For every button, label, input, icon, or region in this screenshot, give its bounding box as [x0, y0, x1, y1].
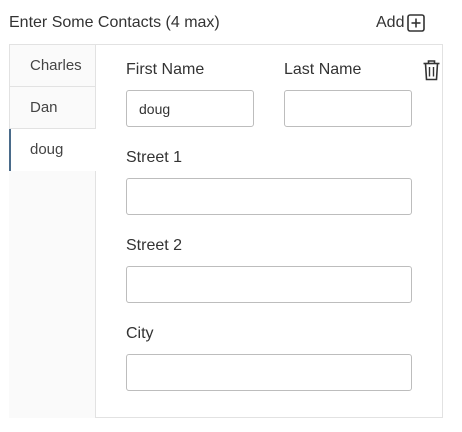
plus-square-icon [407, 14, 426, 32]
first-name-input[interactable] [126, 90, 254, 127]
city-label: City [126, 325, 154, 342]
street1-label: Street 1 [126, 149, 183, 166]
add-label: Add [376, 14, 405, 31]
add-contact-button[interactable]: Add [376, 13, 426, 33]
delete-contact-button[interactable] [422, 59, 441, 81]
tab-contact-charles[interactable]: Charles [9, 44, 96, 87]
contact-tabs: Charles Dan doug [9, 44, 97, 171]
street2-label: Street 2 [126, 237, 183, 254]
contacts-header-title: Enter Some Contacts (4 max) [9, 14, 220, 31]
last-name-label: Last Name [284, 61, 362, 78]
first-name-label: First Name [126, 61, 205, 78]
city-input[interactable] [126, 354, 412, 391]
tab-contact-dan[interactable]: Dan [9, 87, 96, 129]
trash-icon [422, 60, 441, 85]
street2-input[interactable] [126, 266, 412, 303]
last-name-input[interactable] [284, 90, 412, 127]
tab-contact-doug[interactable]: doug [9, 129, 97, 171]
street1-input[interactable] [126, 178, 412, 215]
